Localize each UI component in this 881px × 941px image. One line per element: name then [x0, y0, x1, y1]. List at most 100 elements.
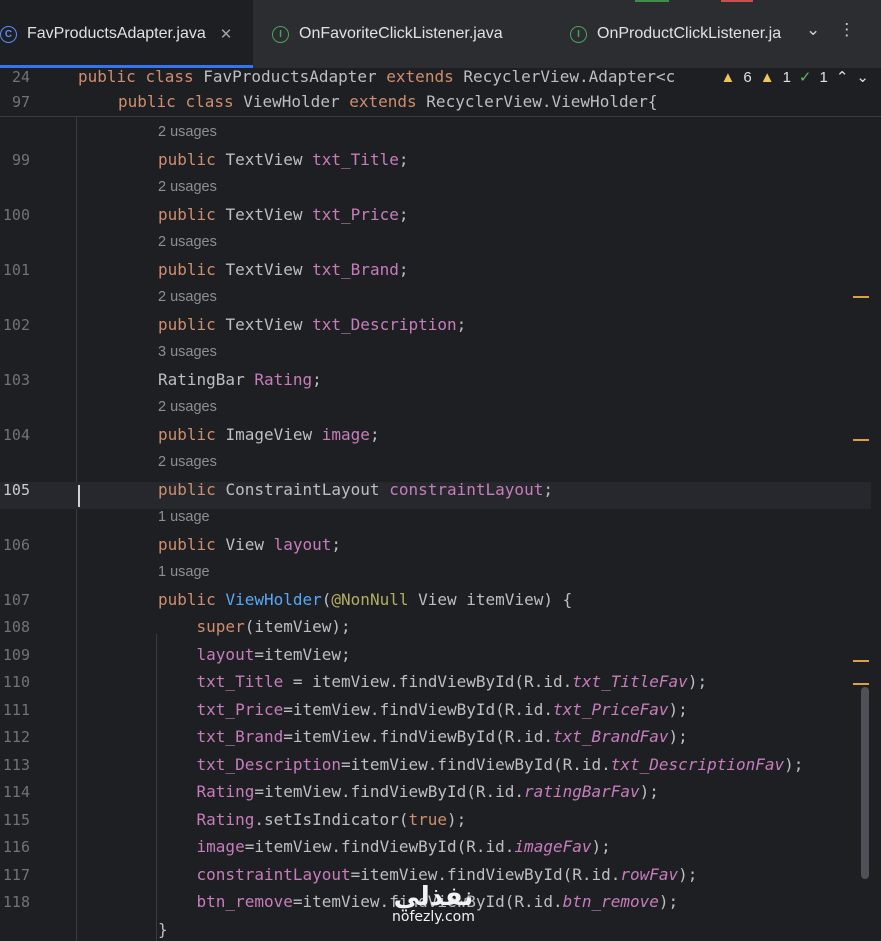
- more-options-icon[interactable]: ⋮: [838, 20, 855, 40]
- code-editor[interactable]: 24 public class FavProductsAdapter exten…: [0, 69, 881, 941]
- warning-stripe-marker[interactable]: [853, 660, 869, 662]
- sticky-line[interactable]: 24 public class FavProductsAdapter exten…: [0, 69, 700, 89]
- usages-hint[interactable]: 2 usages: [158, 232, 217, 252]
- sticky-header[interactable]: 24 public class FavProductsAdapter exten…: [0, 69, 881, 117]
- line-number: 24: [11, 69, 30, 86]
- usage-hint-row[interactable]: 2 usages: [0, 122, 860, 142]
- code-line[interactable]: 107 public ViewHolder(@NonNull View itemV…: [0, 590, 860, 610]
- warning-stripe-marker[interactable]: [853, 683, 869, 685]
- usages-hint[interactable]: 2 usages: [158, 177, 217, 197]
- line-number: 108: [2, 618, 30, 636]
- line-number: 118: [2, 893, 30, 911]
- usages-hint[interactable]: 3 usages: [158, 342, 217, 362]
- code-line[interactable]: 106 public View layout;: [0, 535, 860, 555]
- usages-hint[interactable]: 2 usages: [158, 397, 217, 417]
- tab-onproductclicklistener[interactable]: I OnProductClickListener.ja: [570, 0, 790, 68]
- line-number: 103: [2, 371, 30, 389]
- line-number: 109: [2, 646, 30, 664]
- code-text: public View layout;: [158, 535, 342, 554]
- code-text: txt_Description=itemView.findViewById(R.…: [158, 755, 804, 774]
- code-text: public TextView txt_Description;: [158, 315, 467, 334]
- inspection-widget[interactable]: ▲ 6 ▲ 1 ✓ 1 ⌃ ⌄: [714, 69, 869, 89]
- line-number: 112: [2, 728, 30, 746]
- sticky-code: public class ViewHolder extends Recycler…: [118, 92, 658, 111]
- line-number: 111: [2, 701, 30, 719]
- code-line[interactable]: 105 public ConstraintLayout constraintLay…: [0, 480, 860, 500]
- code-text: layout=itemView;: [158, 645, 351, 664]
- weak-warning-icon: ▲: [759, 69, 775, 86]
- code-text: Rating=itemView.findViewById(R.id.rating…: [158, 782, 659, 801]
- close-icon[interactable]: ✕: [220, 25, 233, 43]
- code-line[interactable]: 113 txt_Description=itemView.findViewByI…: [0, 755, 860, 775]
- code-line[interactable]: 100 public TextView txt_Price;: [0, 205, 860, 225]
- class-icon: C: [0, 25, 17, 43]
- usages-hint[interactable]: 2 usages: [158, 452, 217, 472]
- usage-hint-row[interactable]: 1 usage: [0, 507, 860, 527]
- usages-hint[interactable]: 2 usages: [158, 122, 217, 142]
- chevron-up-icon[interactable]: ⌃: [836, 69, 849, 86]
- line-number: 107: [2, 591, 30, 609]
- typo-check-icon: ✓: [798, 69, 812, 86]
- line-number: 105: [2, 481, 30, 499]
- code-line[interactable]: 111 txt_Price=itemView.findViewById(R.id…: [0, 700, 860, 720]
- usages-hint[interactable]: 2 usages: [158, 287, 217, 307]
- usage-hint-row[interactable]: 2 usages: [0, 287, 860, 307]
- usages-hint[interactable]: 1 usage: [158, 507, 210, 527]
- code-text: super(itemView);: [158, 617, 351, 636]
- usage-hint-row[interactable]: 2 usages: [0, 177, 860, 197]
- watermark-arabic: نفذلي: [393, 882, 474, 912]
- tab-label: OnFavoriteClickListener.java: [299, 25, 503, 42]
- code-line[interactable]: 101 public TextView txt_Brand;: [0, 260, 860, 280]
- warning-icon: ▲: [720, 69, 736, 86]
- line-number: 114: [2, 783, 30, 801]
- warning-stripe-marker[interactable]: [853, 296, 869, 298]
- code-line[interactable]: 109 layout=itemView;: [0, 645, 860, 665]
- line-number: 110: [2, 673, 30, 691]
- typo-count: 1: [819, 69, 828, 86]
- weak-warning-count: 1: [782, 69, 791, 86]
- warning-stripe-marker[interactable]: [853, 439, 869, 441]
- code-line[interactable]: 116 image=itemView.findViewById(R.id.ima…: [0, 837, 860, 857]
- tab-label: OnProductClickListener.ja: [597, 25, 782, 42]
- tab-label: FavProductsAdapter.java: [27, 25, 206, 42]
- code-line[interactable]: 102 public TextView txt_Description;: [0, 315, 860, 335]
- chevron-down-icon[interactable]: ⌄: [806, 20, 820, 40]
- line-number: 100: [2, 206, 30, 224]
- watermark: نفذلي nofezly.com: [392, 884, 475, 924]
- code-line[interactable]: 104 public ImageView image;: [0, 425, 860, 445]
- code-text: txt_Brand=itemView.findViewById(R.id.txt…: [158, 727, 688, 746]
- code-text: public TextView txt_Price;: [158, 205, 409, 224]
- tab-favproductsadapter[interactable]: C FavProductsAdapter.java ✕: [0, 0, 253, 68]
- line-number: 116: [2, 838, 30, 856]
- line-number: 113: [2, 756, 30, 774]
- usage-hint-row[interactable]: 3 usages: [0, 342, 860, 362]
- code-text: public ConstraintLayout constraintLayout…: [158, 480, 553, 499]
- usage-hint-row[interactable]: 2 usages: [0, 232, 860, 252]
- code-text: public ImageView image;: [158, 425, 380, 444]
- tab-onfavoriteclicklistener[interactable]: I OnFavoriteClickListener.java: [272, 0, 552, 68]
- interface-icon: I: [272, 25, 289, 43]
- chevron-down-icon[interactable]: ⌄: [856, 69, 869, 86]
- code-line[interactable]: 99 public TextView txt_Title;: [0, 150, 860, 170]
- code-line[interactable]: 112 txt_Brand=itemView.findViewById(R.id…: [0, 727, 860, 747]
- tab-tools: ⌄ ⋮: [806, 20, 855, 40]
- sticky-line[interactable]: 97 public class ViewHolder extends Recyc…: [0, 92, 700, 116]
- vertical-scrollbar[interactable]: [861, 687, 869, 879]
- warning-count: 6: [743, 69, 752, 86]
- code-text: }: [158, 920, 168, 939]
- line-number: 115: [2, 811, 30, 829]
- code-line[interactable]: 110 txt_Title = itemView.findViewById(R.…: [0, 672, 860, 692]
- usage-hint-row[interactable]: 2 usages: [0, 397, 860, 417]
- code-line[interactable]: 114 Rating=itemView.findViewById(R.id.ra…: [0, 782, 860, 802]
- code-text: txt_Title = itemView.findViewById(R.id.t…: [158, 672, 708, 691]
- editor-tab-bar: C FavProductsAdapter.java ✕ I OnFavorite…: [0, 0, 881, 69]
- usage-hint-row[interactable]: 1 usage: [0, 562, 860, 582]
- code-text: public TextView txt_Title;: [158, 150, 409, 169]
- usages-hint[interactable]: 1 usage: [158, 562, 210, 582]
- code-line[interactable]: 108 super(itemView);: [0, 617, 860, 637]
- usage-hint-row[interactable]: 2 usages: [0, 452, 860, 472]
- line-number: 101: [2, 261, 30, 279]
- code-text: public TextView txt_Brand;: [158, 260, 409, 279]
- code-line[interactable]: 115 Rating.setIsIndicator(true);: [0, 810, 860, 830]
- code-line[interactable]: 103 RatingBar Rating;: [0, 370, 860, 390]
